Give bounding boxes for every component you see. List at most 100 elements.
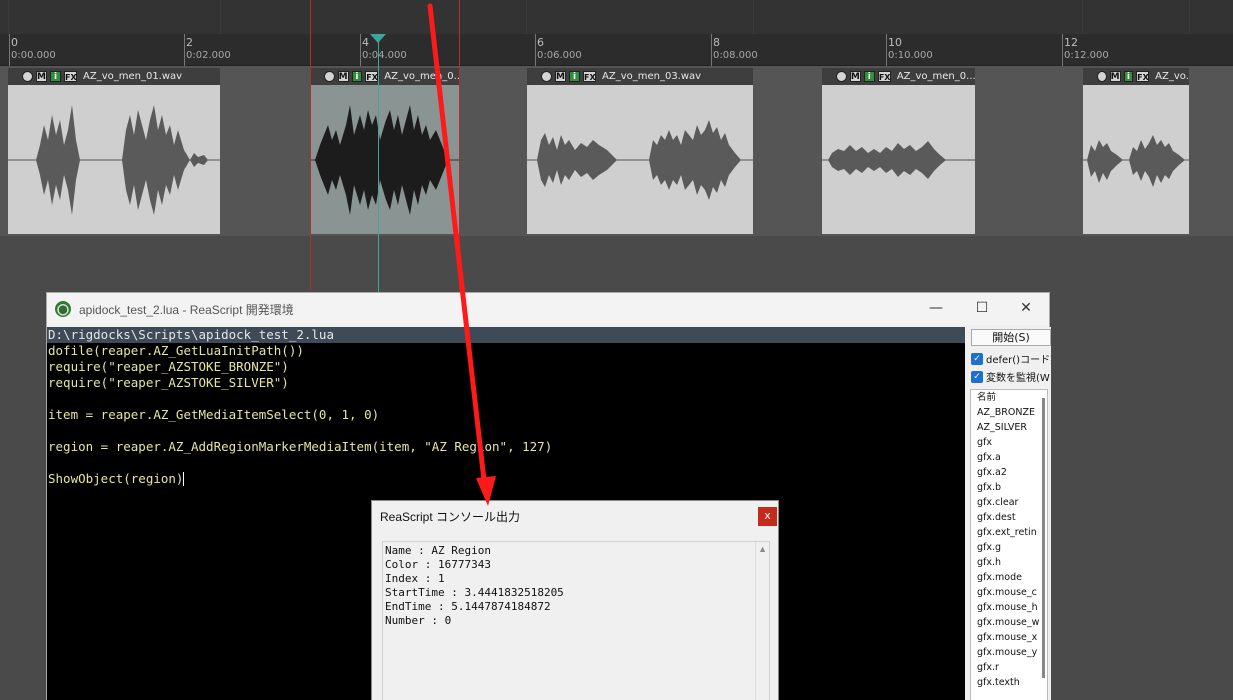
code-line: dofile(reaper.AZ_GetLuaInitPath()) bbox=[48, 343, 304, 358]
ruler-time-label: 0:08.000 bbox=[713, 50, 758, 61]
watch-checkbox-label: 変数を監視(W bbox=[986, 373, 1050, 384]
variable-row[interactable]: gfx.mouse_h bbox=[971, 600, 1047, 615]
media-item[interactable]: M i FX AZ_vo_men_03.wav bbox=[527, 68, 753, 234]
item-info-button[interactable]: i bbox=[50, 71, 61, 82]
ide-side-panel: 開始(S) ✓ defer()コード実 ✓ 変数を監視(W 名前 AZ_BRON… bbox=[965, 327, 1051, 700]
ruler-tick bbox=[360, 34, 361, 66]
timeline-ruler[interactable]: 0 0:00.000 2 0:02.000 4 0:04.000 6 0:06.… bbox=[0, 34, 1233, 66]
media-item[interactable]: M i FX AZ_vo_men_0... bbox=[822, 68, 975, 234]
item-fx-button[interactable]: FX bbox=[64, 71, 77, 82]
ruler-bar-label: 6 bbox=[537, 36, 544, 49]
ruler-tick bbox=[184, 34, 185, 66]
output-line: Name : AZ Region bbox=[385, 544, 491, 557]
variable-row[interactable]: gfx.b bbox=[971, 480, 1047, 495]
ruler-time-label: 0:04.000 bbox=[362, 50, 407, 61]
console-output[interactable]: Name : AZ Region Color : 16777343 Index … bbox=[382, 541, 770, 700]
item-mute-button[interactable]: M bbox=[36, 71, 47, 82]
variable-row[interactable]: gfx.dest bbox=[971, 510, 1047, 525]
item-name: AZ_vo... bbox=[1155, 71, 1189, 82]
ruler-bar-label: 12 bbox=[1064, 36, 1078, 49]
variable-row[interactable]: gfx.texth bbox=[971, 675, 1047, 690]
console-lines: Name : AZ Region Color : 16777343 Index … bbox=[383, 542, 769, 628]
watch-variables-checkbox[interactable]: ✓ 変数を監視(W bbox=[971, 369, 1051, 384]
variable-row[interactable]: gfx.a2 bbox=[971, 465, 1047, 480]
item-info-button[interactable]: i bbox=[351, 71, 363, 82]
ruler-time-label: 0:00.000 bbox=[11, 50, 56, 61]
waveform bbox=[527, 120, 753, 200]
ruler-time-label: 0:06.000 bbox=[537, 50, 582, 61]
track-header-strip bbox=[0, 0, 1233, 34]
item-lock-icon[interactable] bbox=[22, 71, 33, 82]
item-lock-icon[interactable] bbox=[541, 71, 552, 82]
variable-row[interactable]: gfx.mode bbox=[971, 570, 1047, 585]
console-titlebar[interactable]: ReaScript コンソール出力 bbox=[372, 501, 778, 531]
item-mute-button[interactable]: M bbox=[555, 71, 566, 82]
code-line: require("reaper_AZSTOKE_BRONZE") bbox=[48, 359, 289, 374]
time-selection-start[interactable] bbox=[310, 0, 311, 290]
checkmark-icon: ✓ bbox=[971, 370, 983, 383]
daw-screen: 0 0:00.000 2 0:02.000 4 0:04.000 6 0:06.… bbox=[0, 0, 1233, 700]
item-fx-button[interactable]: FX bbox=[1136, 71, 1150, 82]
item-mute-button[interactable]: M bbox=[337, 71, 349, 82]
waveform-area bbox=[527, 85, 753, 234]
maximize-button[interactable]: ☐ bbox=[959, 293, 1005, 325]
item-fx-button[interactable]: FX bbox=[583, 71, 596, 82]
variable-row[interactable]: gfx.mouse_y bbox=[971, 645, 1047, 660]
close-button[interactable]: ✕ bbox=[1003, 293, 1049, 325]
variable-row[interactable]: gfx.a bbox=[971, 450, 1047, 465]
media-item-header: M i FX AZ_vo_men_03.wav bbox=[527, 68, 753, 85]
defer-checkbox-label: defer()コード実 bbox=[986, 355, 1051, 366]
item-info-button[interactable]: i bbox=[1123, 71, 1134, 82]
variable-row[interactable]: AZ_SILVER bbox=[971, 420, 1047, 435]
media-item-selected[interactable]: M i FX AZ_vo_men_0... bbox=[310, 68, 460, 234]
variable-row[interactable]: AZ_BRONZE bbox=[971, 405, 1047, 420]
ruler-tick bbox=[535, 34, 536, 66]
var-list-header[interactable]: 名前 bbox=[971, 390, 1047, 405]
variable-watch-list[interactable]: 名前 AZ_BRONZE AZ_SILVER gfx gfx.a gfx.a2 … bbox=[970, 389, 1048, 700]
minimize-button[interactable]: — bbox=[913, 293, 959, 325]
defer-checkbox[interactable]: ✓ defer()コード実 bbox=[971, 351, 1051, 366]
variable-row[interactable]: gfx.g bbox=[971, 540, 1047, 555]
variable-row[interactable]: gfx bbox=[971, 435, 1047, 450]
start-button[interactable]: 開始(S) bbox=[971, 329, 1051, 346]
ide-titlebar[interactable]: apidock_test_2.lua - ReaScript 開発環境 — ☐ … bbox=[47, 293, 1049, 325]
item-lock-icon[interactable] bbox=[324, 71, 335, 82]
variable-row[interactable]: gfx.mouse_x bbox=[971, 630, 1047, 645]
ruler-tick bbox=[711, 34, 712, 66]
waveform-area bbox=[8, 85, 220, 234]
console-close-button[interactable]: x bbox=[758, 507, 777, 526]
item-mute-button[interactable]: M bbox=[849, 71, 861, 82]
waveform bbox=[310, 105, 460, 215]
variable-row[interactable]: gfx.mouse_c bbox=[971, 585, 1047, 600]
variable-row[interactable]: gfx.r bbox=[971, 660, 1047, 675]
item-info-button[interactable]: i bbox=[863, 71, 875, 82]
code-line-current: ShowObject(region) bbox=[48, 471, 185, 487]
console-scrollbar[interactable]: ▲ bbox=[755, 542, 769, 700]
media-item[interactable]: M i FX AZ_vo... bbox=[1083, 68, 1189, 234]
variable-row[interactable]: gfx.h bbox=[971, 555, 1047, 570]
variable-row[interactable]: gfx.clear bbox=[971, 495, 1047, 510]
ruler-bar-label: 4 bbox=[362, 36, 369, 49]
item-name: AZ_vo_men_03.wav bbox=[602, 71, 702, 82]
item-mute-button[interactable]: M bbox=[1109, 71, 1121, 82]
output-line: Number : 0 bbox=[385, 614, 452, 627]
item-fx-button[interactable]: FX bbox=[365, 71, 379, 82]
code-text: ShowObject(region) bbox=[48, 471, 184, 486]
item-name: AZ_vo_men_0... bbox=[384, 71, 460, 82]
variable-row[interactable]: gfx.mouse_w bbox=[971, 615, 1047, 630]
item-lock-icon[interactable] bbox=[1097, 71, 1107, 82]
time-selection-end[interactable] bbox=[459, 0, 460, 290]
scroll-up-arrow-icon[interactable]: ▲ bbox=[758, 544, 767, 554]
waveform bbox=[1083, 135, 1189, 187]
waveform bbox=[822, 141, 975, 179]
ruler-time-label: 0:10.000 bbox=[888, 50, 933, 61]
item-lock-icon[interactable] bbox=[836, 71, 847, 82]
item-fx-button[interactable]: FX bbox=[877, 71, 891, 82]
ruler-bar-label: 10 bbox=[888, 36, 902, 49]
output-line: StartTime : 3.4441832518205 bbox=[385, 586, 564, 599]
ruler-bar-label: 2 bbox=[186, 36, 193, 49]
var-list-scrollbar[interactable] bbox=[1042, 398, 1045, 678]
item-info-button[interactable]: i bbox=[569, 71, 580, 82]
media-item[interactable]: M i FX AZ_vo_men_01.wav bbox=[8, 68, 220, 234]
variable-row[interactable]: gfx.ext_retin bbox=[971, 525, 1047, 540]
